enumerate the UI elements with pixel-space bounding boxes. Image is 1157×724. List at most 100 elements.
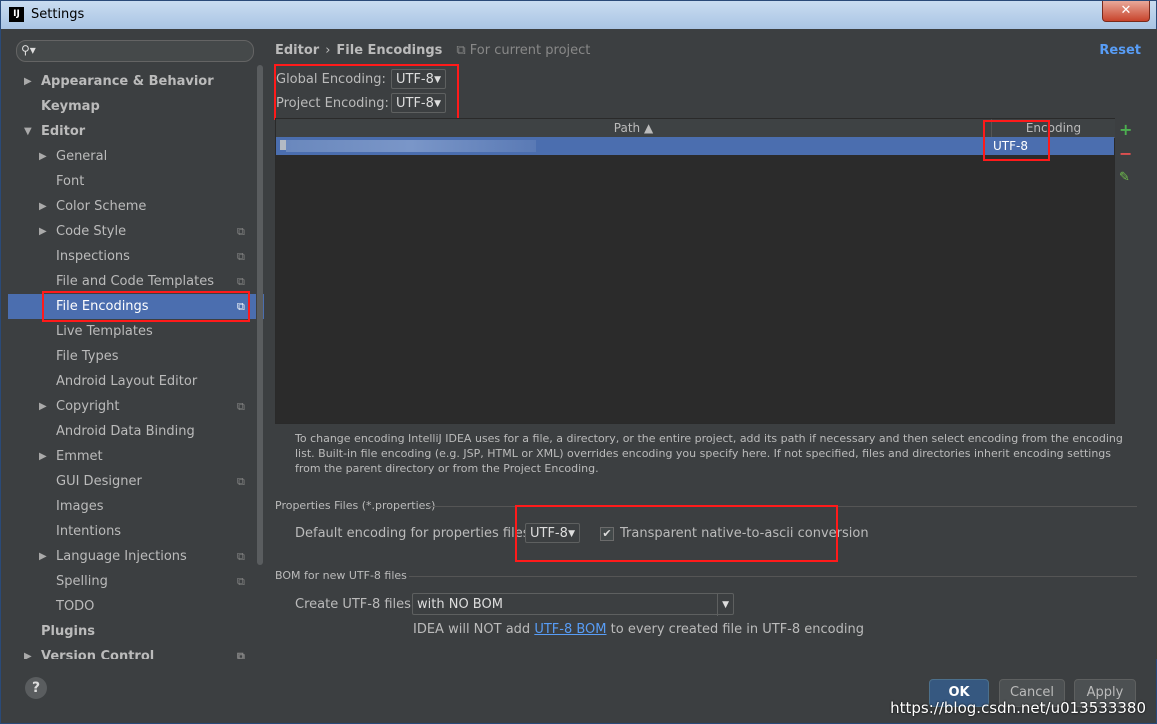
- sidebar-item-label: Android Layout Editor: [56, 374, 198, 389]
- native-to-ascii-label[interactable]: Transparent native-to-ascii conversion: [620, 526, 869, 541]
- sidebar-item-label: TODO: [56, 599, 95, 614]
- encoding-cell[interactable]: UTF-8: [993, 137, 1028, 155]
- chevron-right-icon[interactable]: ▶: [24, 69, 32, 94]
- sidebar-item-file-and-code-templates[interactable]: File and Code Templates ⧉: [8, 269, 264, 294]
- sidebar-scroll-thumb[interactable]: [257, 65, 263, 565]
- project-scope-icon: ⧉: [237, 550, 245, 563]
- breadcrumb-root[interactable]: Editor: [275, 43, 319, 58]
- sidebar-item-live-templates[interactable]: Live Templates: [8, 319, 264, 344]
- remove-icon[interactable]: −: [1119, 144, 1132, 163]
- chevron-right-icon[interactable]: ▶: [39, 444, 47, 469]
- project-scope-icon: ⧉: [237, 400, 245, 413]
- sidebar-item-label: Font: [56, 174, 85, 189]
- sidebar-item-label: Intentions: [56, 524, 122, 539]
- breadcrumb: Editor › File Encodings ⧉ For current proje…: [275, 43, 590, 58]
- sidebar-item-label: Copyright: [56, 399, 120, 414]
- sidebar-item-gui-designer[interactable]: GUI Designer ⧉: [8, 469, 264, 494]
- bom-note-suffix: to every created file in UTF-8 encoding: [610, 622, 864, 637]
- sidebar-item-code-style[interactable]: ▶ Code Style ⧉: [8, 219, 264, 244]
- sidebar-item-label: Language Injections: [56, 549, 187, 564]
- encoding-table: Path ▲ Encoding UTF-8: [275, 118, 1115, 424]
- chevron-right-icon[interactable]: ▶: [39, 544, 47, 569]
- project-scope-icon: ⧉: [237, 250, 245, 263]
- project-scope-icon: ⧉: [237, 275, 245, 288]
- search-icon: ⚲▾: [21, 43, 36, 57]
- sidebar-item-keymap[interactable]: Keymap: [8, 94, 264, 119]
- native-to-ascii-checkbox[interactable]: ✔: [600, 527, 614, 541]
- chevron-down-icon: ▼: [568, 529, 575, 539]
- project-scope-icon: ⧉: [237, 300, 245, 313]
- project-scope-icon: ⧉: [237, 575, 245, 588]
- project-encoding-label: Project Encoding:: [276, 96, 389, 111]
- global-encoding-select[interactable]: UTF-8 ▼: [391, 69, 446, 89]
- bom-select-value: with NO BOM: [417, 597, 503, 612]
- breadcrumb-current: File Encodings: [336, 43, 443, 58]
- sidebar-item-file-types[interactable]: File Types: [8, 344, 264, 369]
- sidebar-item-version-control[interactable]: ▶ Version Control ⧉: [8, 644, 264, 659]
- sidebar-item-inspections[interactable]: Inspections ⧉: [8, 244, 264, 269]
- sidebar-item-label: GUI Designer: [56, 474, 142, 489]
- properties-encoding-label: Default encoding for properties files:: [295, 526, 534, 541]
- sidebar-item-label: General: [56, 149, 108, 164]
- chevron-right-icon[interactable]: ▶: [39, 219, 47, 244]
- properties-encoding-select[interactable]: UTF-8 ▼: [525, 523, 580, 543]
- search-input[interactable]: ⚲▾: [16, 40, 254, 62]
- sidebar-item-label: Version Control: [41, 649, 155, 659]
- sidebar-item-android-data-binding[interactable]: Android Data Binding: [8, 419, 264, 444]
- bom-note-prefix: IDEA will NOT add: [413, 622, 531, 637]
- sidebar-item-appearance-behavior[interactable]: ▶ Appearance & Behavior: [8, 69, 264, 94]
- create-utf8-label: Create UTF-8 files:: [295, 597, 416, 612]
- chevron-down-icon[interactable]: ▼: [24, 119, 32, 144]
- sidebar-item-copyright[interactable]: ▶ Copyright ⧉: [8, 394, 264, 419]
- sidebar-item-intentions[interactable]: Intentions: [8, 519, 264, 544]
- project-scope-icon: ⧉: [237, 475, 245, 488]
- sidebar-item-android-layout-editor[interactable]: Android Layout Editor: [8, 369, 264, 394]
- project-scope-icon: ⧉: [456, 43, 470, 58]
- sidebar-item-color-scheme[interactable]: ▶ Color Scheme: [8, 194, 264, 219]
- sidebar-item-font[interactable]: Font: [8, 169, 264, 194]
- chevron-right-icon[interactable]: ▶: [39, 194, 47, 219]
- sidebar-item-general[interactable]: ▶ General: [8, 144, 264, 169]
- breadcrumb-separator: ›: [325, 43, 331, 58]
- info-text: To change encoding IntelliJ IDEA uses fo…: [295, 432, 1123, 475]
- project-scope-label: For current project: [469, 43, 591, 58]
- bom-note: IDEA will NOT add UTF-8 BOM to every cre…: [413, 622, 864, 637]
- sidebar-item-images[interactable]: Images: [8, 494, 264, 519]
- sidebar-item-label: Emmet: [56, 449, 103, 464]
- chevron-right-icon[interactable]: ▶: [24, 644, 32, 659]
- table-toolbar: + − ✎: [1115, 118, 1137, 422]
- sidebar-item-label: Plugins: [41, 624, 95, 639]
- global-encoding-label: Global Encoding:: [276, 72, 386, 87]
- file-encodings-panel: Editor › File Encodings ⧉ For current proje…: [264, 29, 1157, 659]
- add-icon[interactable]: +: [1119, 120, 1132, 139]
- path-cell: [286, 140, 536, 152]
- table-row[interactable]: UTF-8: [276, 137, 1114, 155]
- chevron-right-icon[interactable]: ▶: [39, 144, 47, 169]
- sidebar-item-file-encodings[interactable]: File Encodings ⧉: [8, 294, 264, 319]
- sidebar-item-todo[interactable]: TODO: [8, 594, 264, 619]
- column-header-path[interactable]: Path ▲: [276, 119, 991, 138]
- sidebar-item-spelling[interactable]: Spelling ⧉: [8, 569, 264, 594]
- project-scope-note: ⧉ For current project: [456, 43, 590, 58]
- sidebar-item-editor[interactable]: ▼ Editor: [8, 119, 264, 144]
- sidebar-item-label: Keymap: [41, 99, 100, 114]
- close-button[interactable]: ✕: [1102, 1, 1150, 22]
- sidebar-item-language-injections[interactable]: ▶ Language Injections ⧉: [8, 544, 264, 569]
- bom-section-title: BOM for new UTF-8 files: [275, 569, 407, 582]
- chevron-down-icon: ▼: [434, 99, 441, 109]
- help-icon[interactable]: ?: [25, 677, 47, 699]
- sidebar-item-label: Color Scheme: [56, 199, 147, 214]
- sidebar-item-label: Appearance & Behavior: [41, 74, 214, 89]
- utf8-bom-link[interactable]: UTF-8 BOM: [534, 622, 606, 637]
- global-encoding-value: UTF-8: [396, 72, 434, 87]
- column-header-encoding[interactable]: Encoding: [991, 119, 1115, 138]
- sidebar-item-plugins[interactable]: Plugins: [8, 619, 264, 644]
- chevron-right-icon[interactable]: ▶: [39, 394, 47, 419]
- sidebar-item-label: Editor: [41, 124, 86, 139]
- bom-select[interactable]: with NO BOM ▼: [412, 593, 734, 616]
- edit-icon[interactable]: ✎: [1119, 170, 1130, 185]
- reset-link[interactable]: Reset: [1099, 43, 1141, 58]
- sidebar-item-label: Inspections: [56, 249, 130, 264]
- project-encoding-select[interactable]: UTF-8 ▼: [391, 93, 446, 113]
- sidebar-item-emmet[interactable]: ▶ Emmet: [8, 444, 264, 469]
